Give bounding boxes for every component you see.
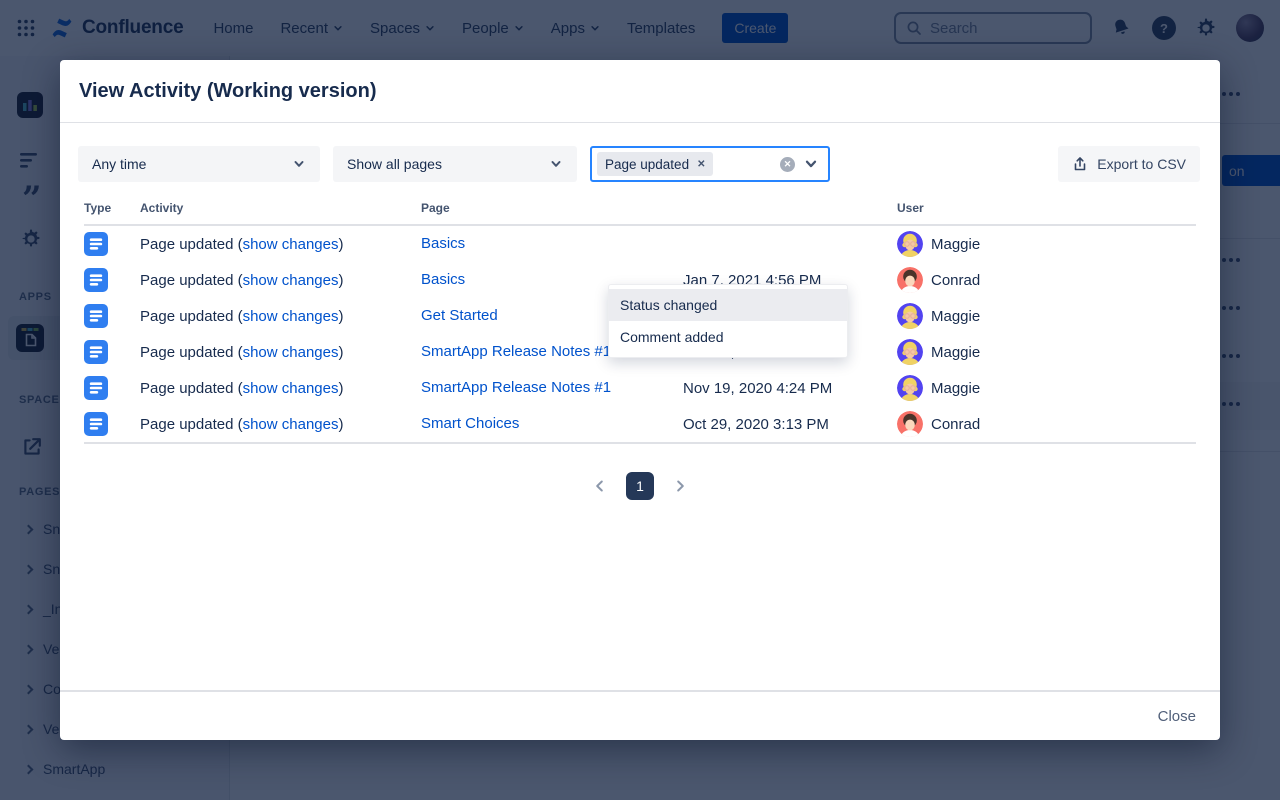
activity-cell: Page updated (show changes): [140, 236, 421, 253]
page-cell: SmartApp Release Notes #1: [421, 379, 683, 397]
pages-filter-value: Show all pages: [347, 156, 442, 172]
page-type-icon: [84, 412, 140, 436]
filter-tag-label: Page updated: [605, 157, 689, 172]
activity-cell: Page updated (show changes): [140, 308, 421, 325]
show-changes-link[interactable]: show changes: [243, 236, 339, 253]
page-type-icon: [84, 376, 140, 400]
user-name: Maggie: [931, 308, 980, 325]
page-cell: Smart Choices: [421, 415, 683, 433]
activity-cell: Page updated (show changes): [140, 416, 421, 433]
dropdown-option[interactable]: Comment added: [609, 321, 847, 353]
activity-cell: Page updated (show changes): [140, 272, 421, 289]
next-page-icon[interactable]: [668, 474, 692, 498]
date-cell: Oct 29, 2020 3:13 PM: [683, 416, 897, 433]
user-avatar: [897, 231, 923, 257]
show-changes-link[interactable]: show changes: [243, 272, 339, 289]
export-csv-label: Export to CSV: [1097, 156, 1186, 172]
chevron-down-icon[interactable]: [803, 156, 819, 172]
page-type-icon: [84, 340, 140, 364]
page-type-icon: [84, 232, 140, 256]
user-cell: Maggie: [897, 303, 1196, 329]
page-link[interactable]: Basics: [421, 235, 465, 252]
dropdown-option[interactable]: Status changed: [609, 289, 847, 321]
user-avatar: [897, 375, 923, 401]
user-cell: Maggie: [897, 339, 1196, 365]
chevron-down-icon: [292, 157, 306, 171]
activity-type-multiselect[interactable]: Page updated ✕ ✕: [590, 146, 830, 182]
user-cell: Conrad: [897, 411, 1196, 437]
user-avatar: [897, 411, 923, 437]
page-link[interactable]: Smart Choices: [421, 415, 519, 432]
user-name: Maggie: [931, 236, 980, 253]
export-icon: [1072, 156, 1088, 172]
user-avatar: [897, 303, 923, 329]
time-filter-select[interactable]: Any time: [78, 146, 320, 182]
user-avatar: [897, 267, 923, 293]
activity-cell: Page updated (show changes): [140, 380, 421, 397]
current-page-button[interactable]: 1: [626, 472, 654, 500]
page-cell: Basics: [421, 235, 683, 253]
activity-type-dropdown-menu: Status changed Comment added: [608, 284, 848, 358]
show-changes-link[interactable]: show changes: [243, 416, 339, 433]
user-name: Conrad: [931, 416, 980, 433]
modal-title: View Activity (Working version): [79, 80, 376, 103]
user-avatar: [897, 339, 923, 365]
modal-footer: Close: [60, 690, 1220, 740]
remove-tag-icon[interactable]: ✕: [697, 159, 705, 170]
user-name: Maggie: [931, 344, 980, 361]
user-cell: Maggie: [897, 375, 1196, 401]
chevron-down-icon: [549, 157, 563, 171]
page-type-icon: [84, 304, 140, 328]
page-link[interactable]: Get Started: [421, 307, 498, 324]
previous-page-icon[interactable]: [588, 474, 612, 498]
page-type-icon: [84, 268, 140, 292]
show-changes-link[interactable]: show changes: [243, 308, 339, 325]
user-name: Conrad: [931, 272, 980, 289]
close-button[interactable]: Close: [1158, 708, 1196, 725]
column-header-user: User: [897, 201, 1196, 215]
page-link[interactable]: Basics: [421, 271, 465, 288]
view-activity-modal: View Activity (Working version) Any time…: [60, 60, 1220, 740]
column-header-activity: Activity: [140, 201, 421, 215]
page-link[interactable]: SmartApp Release Notes #1: [421, 379, 611, 396]
date-cell: Nov 19, 2020 4:24 PM: [683, 380, 897, 397]
page-link[interactable]: SmartApp Release Notes #1: [421, 343, 611, 360]
modal-header: View Activity (Working version): [60, 60, 1220, 123]
table-header-row: Type Activity Page User: [84, 201, 1196, 226]
pages-filter-select[interactable]: Show all pages: [333, 146, 577, 182]
column-header-page: Page: [421, 201, 683, 215]
clear-filter-icon[interactable]: ✕: [780, 157, 795, 172]
show-changes-link[interactable]: show changes: [243, 344, 339, 361]
user-cell: Maggie: [897, 231, 1196, 257]
user-cell: Conrad: [897, 267, 1196, 293]
table-row: Page updated (show changes) Smart Choice…: [84, 406, 1196, 442]
user-name: Maggie: [931, 380, 980, 397]
pagination: 1: [60, 472, 1220, 500]
show-changes-link[interactable]: show changes: [243, 380, 339, 397]
activity-cell: Page updated (show changes): [140, 344, 421, 361]
time-filter-value: Any time: [92, 156, 146, 172]
export-csv-button[interactable]: Export to CSV: [1058, 146, 1200, 182]
filter-bar: Any time Show all pages Page updated ✕ ✕: [78, 146, 1200, 182]
table-row: Page updated (show changes) Basics Maggi…: [84, 226, 1196, 262]
filter-tag: Page updated ✕: [597, 152, 713, 176]
column-header-type: Type: [84, 201, 140, 215]
table-row: Page updated (show changes) SmartApp Rel…: [84, 370, 1196, 406]
